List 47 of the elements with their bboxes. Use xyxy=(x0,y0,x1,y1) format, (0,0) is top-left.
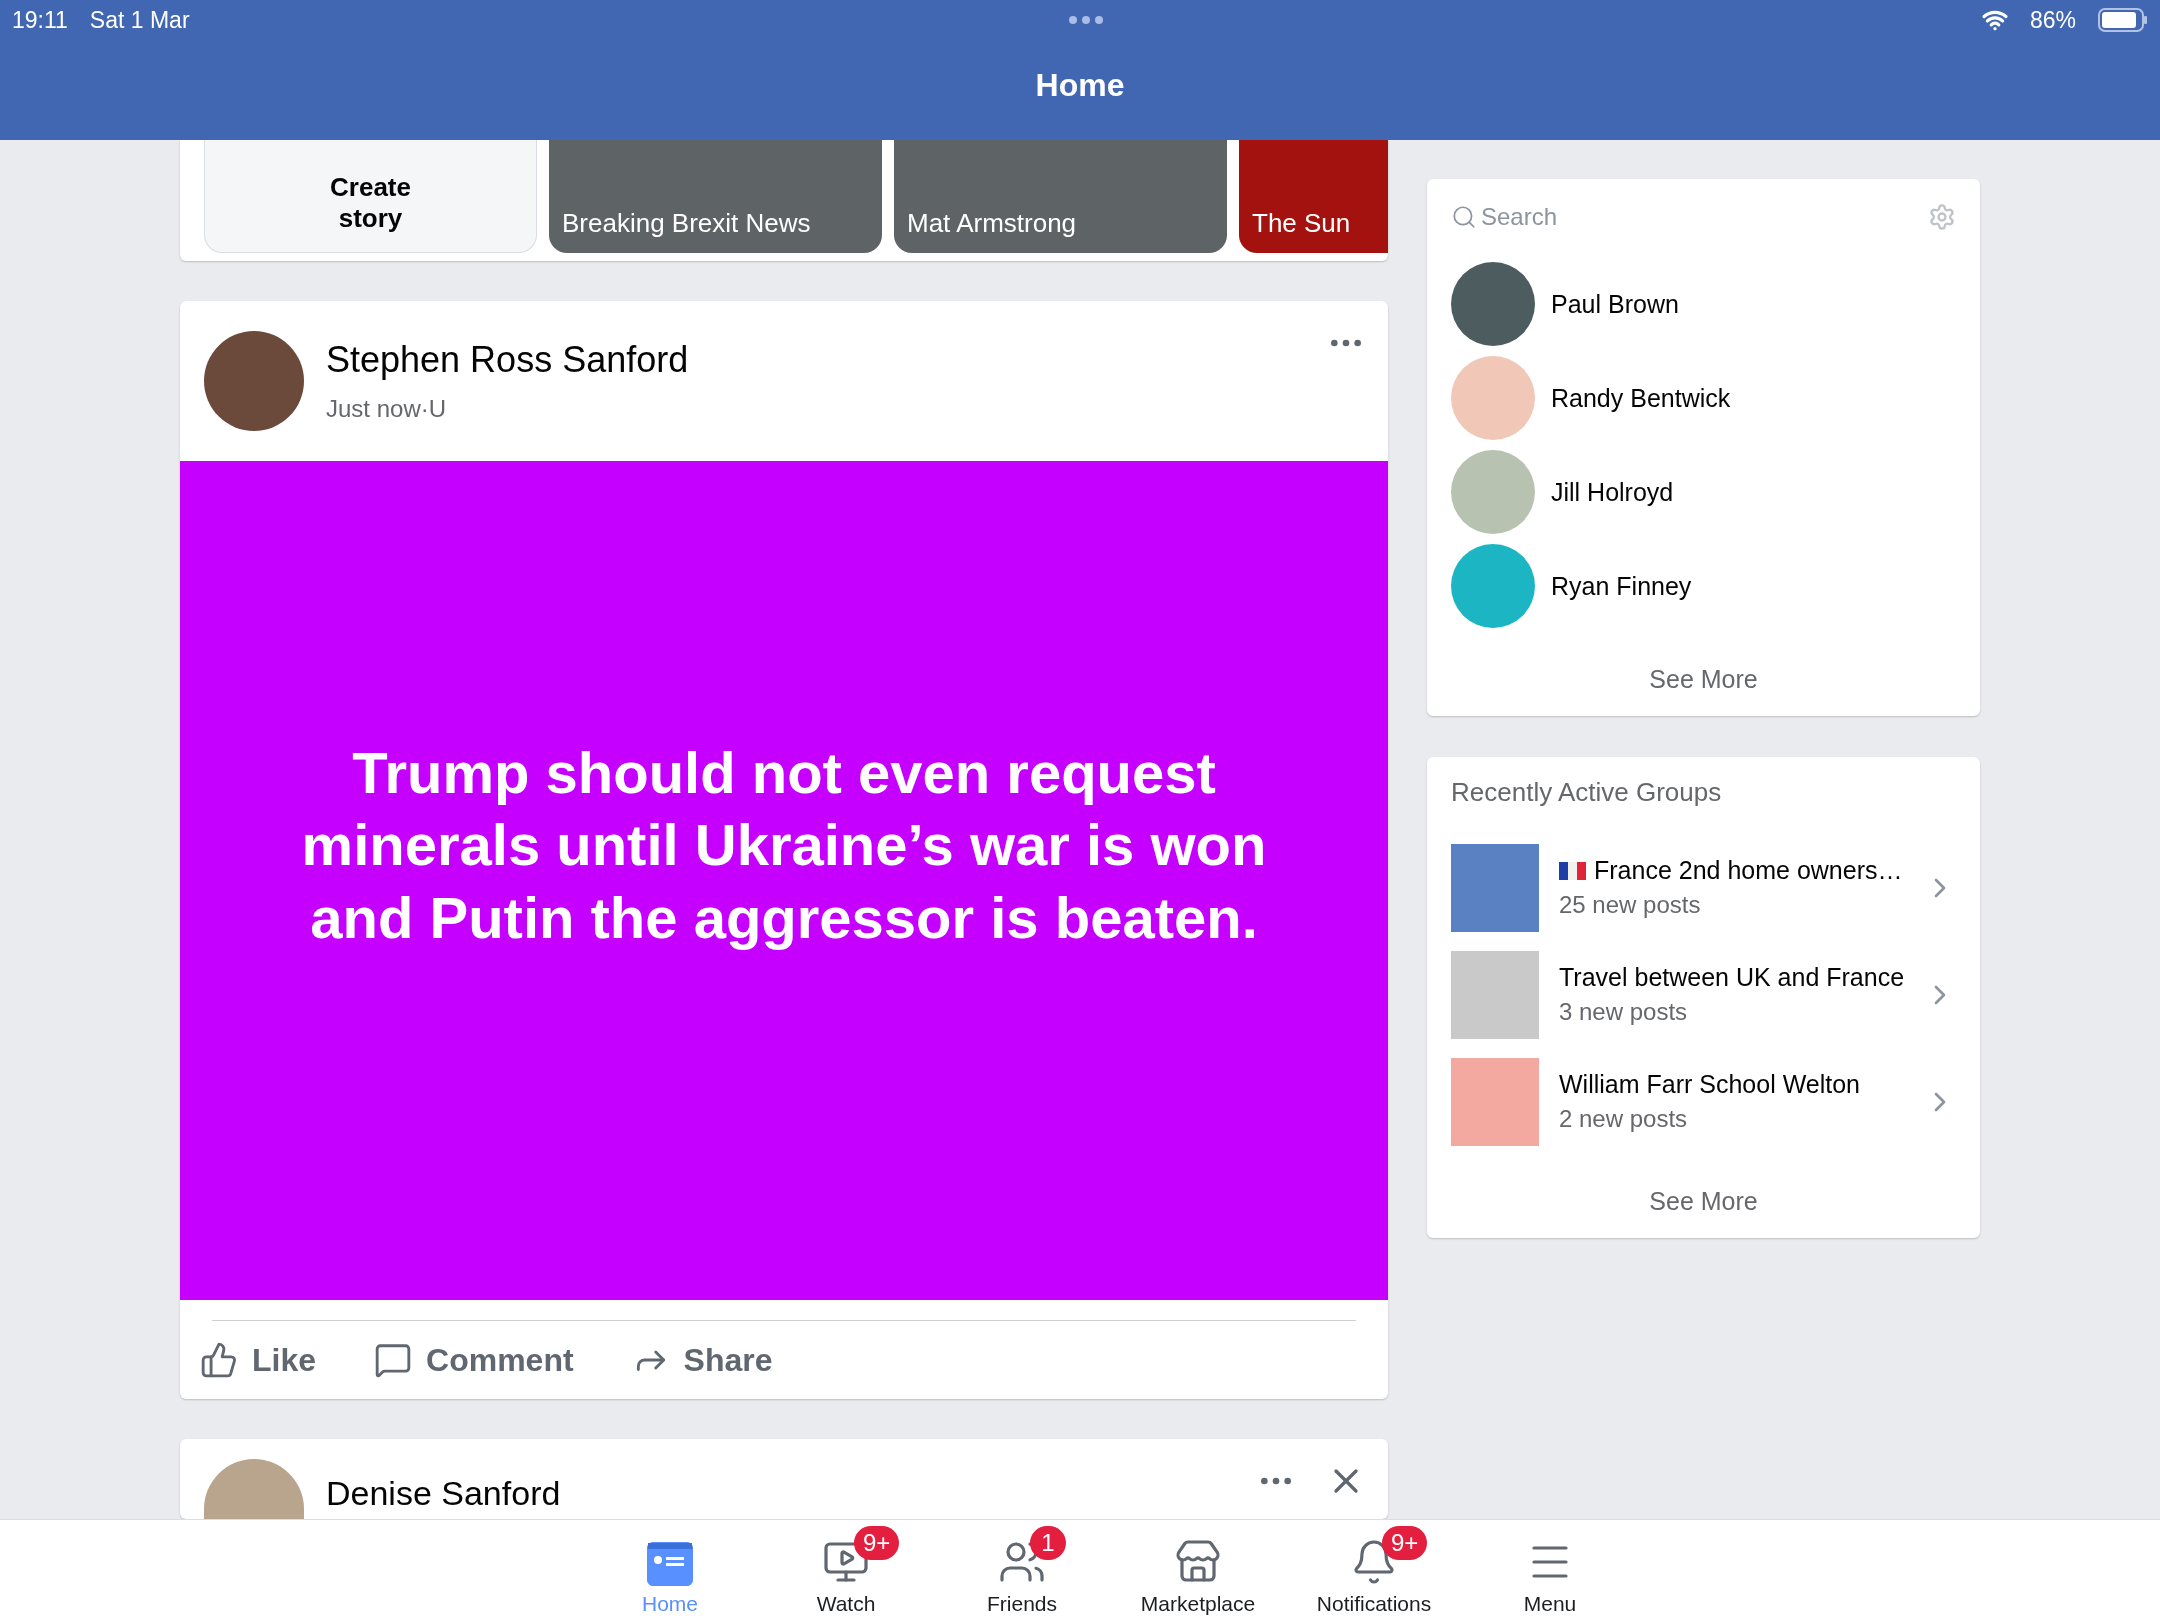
comment-button[interactable]: Comment xyxy=(374,1341,574,1379)
story-tile[interactable]: Mat Armstrong xyxy=(894,140,1227,253)
post-meta: Just now·U xyxy=(326,395,448,423)
story-tile[interactable]: The Sun xyxy=(1239,140,1388,253)
status-time: 19:11 xyxy=(12,6,68,34)
create-story-tile[interactable]: Create story xyxy=(204,140,537,253)
story-label: Breaking Brexit News xyxy=(562,208,811,239)
search-icon xyxy=(1451,204,1477,230)
tab-bar-item[interactable]: Marketplace xyxy=(1110,1520,1286,1620)
notification-badge: 1 xyxy=(1030,1526,1066,1560)
contact-name[interactable]: Ryan Finney xyxy=(1551,571,1692,601)
group-name[interactable]: William Farr School Welton xyxy=(1559,1070,1860,1099)
tab-bar-item[interactable]: Friends 1 xyxy=(934,1520,1110,1620)
notification-badge: 9+ xyxy=(1382,1526,1428,1560)
story-tile[interactable]: Breaking Brexit News xyxy=(549,140,882,253)
contact-name[interactable]: Randy Bentwick xyxy=(1551,383,1731,413)
group-post-count: 25 new posts xyxy=(1559,891,1702,919)
story-label: The Sun xyxy=(1252,208,1351,239)
story-label: Create story xyxy=(330,171,411,234)
post-author[interactable]: Stephen Ross Sanford xyxy=(326,339,689,381)
see-more-button[interactable]: See More xyxy=(1649,1187,1758,1216)
post-author[interactable]: Denise Sanford xyxy=(326,1474,561,1519)
tab-bar-item[interactable]: Notifications 9+ xyxy=(1286,1520,1462,1620)
group-post-count: 3 new posts xyxy=(1559,998,1689,1026)
thumbs-up-icon xyxy=(200,1341,238,1379)
status-date: Sat 1 Mar xyxy=(89,6,190,34)
contact-name[interactable]: Jill Holroyd xyxy=(1551,477,1674,507)
home-icon xyxy=(647,1542,693,1586)
battery-icon xyxy=(2098,8,2148,32)
post-text: Trump should not even request minerals until Ukraine’s war is won and Putin the aggressor is beaten. xyxy=(300,738,1268,952)
see-more-button[interactable]: See More xyxy=(1649,665,1758,694)
notification-badge: 9+ xyxy=(854,1526,900,1560)
contact-name[interactable]: Paul Brown xyxy=(1551,289,1679,319)
group-post-count: 2 new posts xyxy=(1559,1105,1689,1133)
like-button[interactable]: Like xyxy=(200,1341,317,1379)
group-name[interactable]: Travel between UK and France xyxy=(1559,963,1905,992)
story-label: Mat Armstrong xyxy=(907,208,1077,239)
settings-icon[interactable] xyxy=(1928,203,1956,231)
share-button[interactable]: Share xyxy=(631,1341,773,1379)
multitask-dots-icon xyxy=(1068,16,1103,24)
tab-bar-item[interactable]: Watch 9+ xyxy=(758,1520,934,1620)
battery-percent: 86% xyxy=(2029,6,2076,34)
section-title: Recently Active Groups xyxy=(1451,777,1723,808)
tab-bar-item[interactable]: Menu xyxy=(1462,1520,1638,1620)
speech-bubble-icon xyxy=(374,1341,413,1379)
group-name[interactable]: France 2nd home owners… xyxy=(1594,856,1903,885)
page-title: Home xyxy=(1035,66,1125,104)
